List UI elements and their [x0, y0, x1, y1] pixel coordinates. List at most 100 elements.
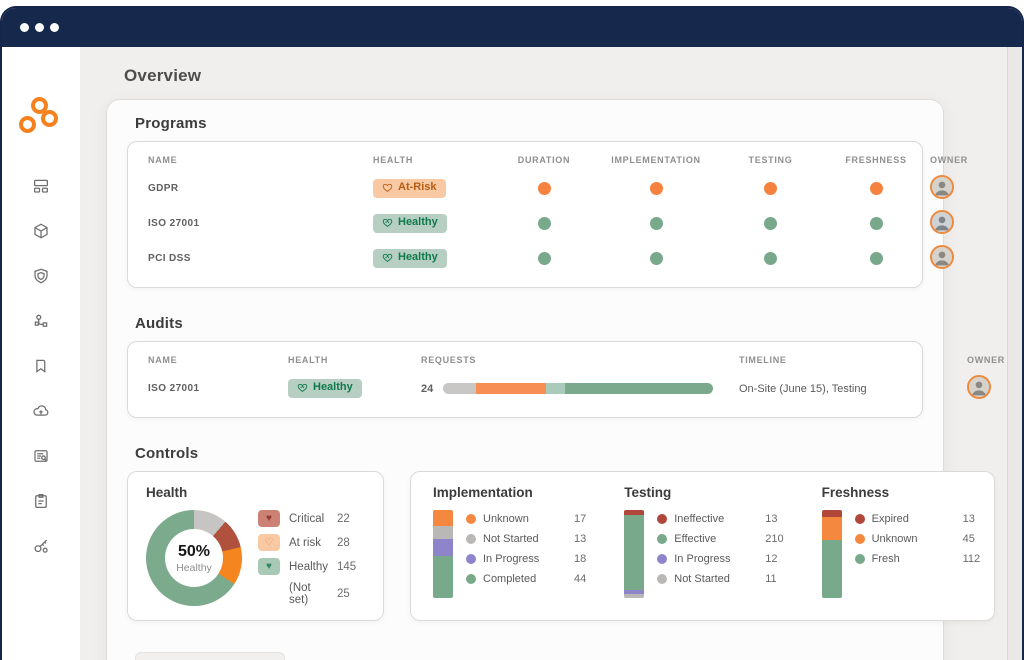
- vertical-scrollbar[interactable]: [1007, 47, 1022, 660]
- column-header-owner: OWNER: [930, 155, 968, 165]
- column-header-health: HEALTH: [288, 355, 329, 365]
- freshness-title: Freshness: [821, 485, 890, 500]
- health-donut-chart[interactable]: 50% Healthy: [146, 510, 242, 606]
- window-dot-icon[interactable]: [35, 23, 44, 32]
- workflow-icon[interactable]: [32, 312, 50, 330]
- legend-item: ♥ Critical 22: [258, 510, 365, 527]
- column-header-implementation: IMPLEMENTATION: [611, 155, 701, 165]
- testing-metric: Testing Ineffective 13 Effective 210 In Pr…: [624, 485, 784, 606]
- legend-item: Expired 13: [854, 511, 981, 526]
- bookmark-icon[interactable]: [32, 357, 50, 375]
- effective-dot-icon: [657, 533, 668, 544]
- testing-title: Testing: [624, 485, 672, 500]
- implementation-metric: Implementation Unknown 17 Not Started 13 I…: [433, 485, 586, 606]
- implementation-status-dot: [649, 251, 663, 265]
- owner-avatar[interactable]: [930, 245, 954, 269]
- duration-status-dot: [537, 181, 551, 195]
- freshness-metric: Freshness Expired 13 Unknown 45 Fresh 112: [821, 485, 981, 606]
- donut-center-label: Healthy: [176, 561, 212, 574]
- metrics-panel: Implementation Unknown 17 Not Started 13 I…: [410, 471, 996, 621]
- table-row[interactable]: GDPR At-Risk: [148, 171, 954, 206]
- window-dot-icon[interactable]: [20, 23, 29, 32]
- column-header-owner: OWNER: [967, 355, 1005, 365]
- programs-table-header: NAME HEALTH DURATION IMPLEMENTATION TEST…: [148, 151, 967, 171]
- healthy-heart-icon: ♥: [258, 558, 280, 575]
- legend-item: Effective 210: [657, 531, 784, 546]
- table-row[interactable]: PCI DSS Healthy: [148, 241, 954, 276]
- key-icon[interactable]: [32, 537, 50, 555]
- bar-segment: [433, 510, 453, 527]
- owner-avatar[interactable]: [967, 375, 991, 399]
- audit-name[interactable]: ISO 27001: [148, 383, 288, 394]
- cloud-upload-icon[interactable]: [32, 402, 50, 420]
- column-header-timeline: TIMELINE: [739, 355, 787, 365]
- cut-off-element: [135, 652, 285, 660]
- legend-item: Not Started 11: [657, 571, 783, 586]
- overview-card: Programs NAME HEALTH DURATION IMPLEMENTA…: [106, 99, 1004, 660]
- health-panel-title: Health: [146, 485, 188, 500]
- implementation-title: Implementation: [433, 485, 533, 500]
- legend-item: Completed 44: [466, 571, 586, 586]
- controls-section-title: Controls: [135, 445, 199, 462]
- duration-status-dot: [537, 216, 551, 230]
- testing-stacked-bar[interactable]: [624, 510, 645, 598]
- list-search-icon[interactable]: [32, 447, 50, 465]
- window-dot-icon[interactable]: [50, 23, 59, 32]
- implementation-stacked-bar[interactable]: [433, 510, 453, 598]
- table-row[interactable]: ISO 27001 Healthy: [148, 206, 954, 241]
- sidebar: [2, 47, 80, 660]
- unknown-dot-icon: [854, 533, 865, 544]
- expired-dot-icon: [854, 513, 865, 524]
- shield-icon[interactable]: [32, 267, 50, 285]
- app-window: Overview Programs NAME HEALTH DURATION I…: [0, 6, 1024, 660]
- column-header-name: NAME: [148, 155, 178, 165]
- heart-icon: [297, 384, 308, 393]
- health-badge: At-Risk: [373, 178, 446, 198]
- legend-item: ♡ At risk 28: [258, 534, 365, 551]
- table-row[interactable]: ISO 27001 Healthy 24 On-Site (June 15), …: [148, 371, 991, 406]
- window-titlebar: [2, 8, 1022, 47]
- freshness-stacked-bar[interactable]: [821, 510, 842, 598]
- heart-icon: [382, 219, 393, 228]
- duration-status-dot: [537, 251, 551, 265]
- program-name[interactable]: ISO 27001: [148, 218, 373, 229]
- ineffective-dot-icon: [657, 513, 668, 524]
- owner-avatar[interactable]: [930, 210, 954, 234]
- health-badge: Healthy: [373, 248, 447, 268]
- testing-status-dot: [764, 181, 777, 195]
- column-header-requests: REQUESTS: [421, 355, 477, 365]
- bar-segment: [624, 594, 645, 598]
- legend-item: (Not set) 25: [289, 582, 350, 606]
- implementation-status-dot: [649, 181, 663, 195]
- timeline-text: On-Site (June 15), Testing: [739, 382, 867, 395]
- implementation-status-dot: [649, 216, 663, 230]
- not-started-dot-icon: [657, 573, 668, 584]
- column-header-duration: DURATION: [517, 155, 571, 165]
- in-progress-dot-icon: [657, 553, 668, 564]
- freshness-status-dot: [869, 181, 883, 195]
- legend-item: Not Started 13: [466, 531, 586, 546]
- owner-avatar[interactable]: [930, 175, 954, 199]
- clipboard-icon[interactable]: [32, 492, 50, 510]
- bar-segment: [624, 514, 645, 590]
- health-panel: Health 50% Healthy ♥ Critical 22 ♡ At ri…: [127, 471, 384, 621]
- column-header-name: NAME: [148, 355, 178, 365]
- bar-segment: [433, 538, 453, 556]
- audits-table: NAME HEALTH REQUESTS TIMELINE OWNER ISO …: [127, 341, 1004, 418]
- bar-segment: [821, 516, 842, 540]
- hyperproof-logo-icon[interactable]: [19, 97, 63, 137]
- dashboard-icon[interactable]: [32, 177, 50, 195]
- package-icon[interactable]: [32, 222, 50, 240]
- testing-status-dot: [764, 251, 777, 265]
- main-content: Overview Programs NAME HEALTH DURATION I…: [80, 47, 1022, 660]
- not-started-dot-icon: [466, 533, 476, 544]
- health-badge: Healthy: [288, 378, 362, 398]
- audits-table-header: NAME HEALTH REQUESTS TIMELINE OWNER: [148, 351, 1004, 371]
- program-name[interactable]: PCI DSS: [148, 253, 373, 264]
- legend-item: ♥ Healthy 145: [258, 558, 365, 575]
- bar-segment: [821, 540, 842, 598]
- column-header-health: HEALTH: [373, 155, 414, 165]
- legend-item: In Progress 12: [657, 551, 783, 566]
- bar-segment: [475, 383, 546, 394]
- program-name[interactable]: GDPR: [148, 183, 373, 194]
